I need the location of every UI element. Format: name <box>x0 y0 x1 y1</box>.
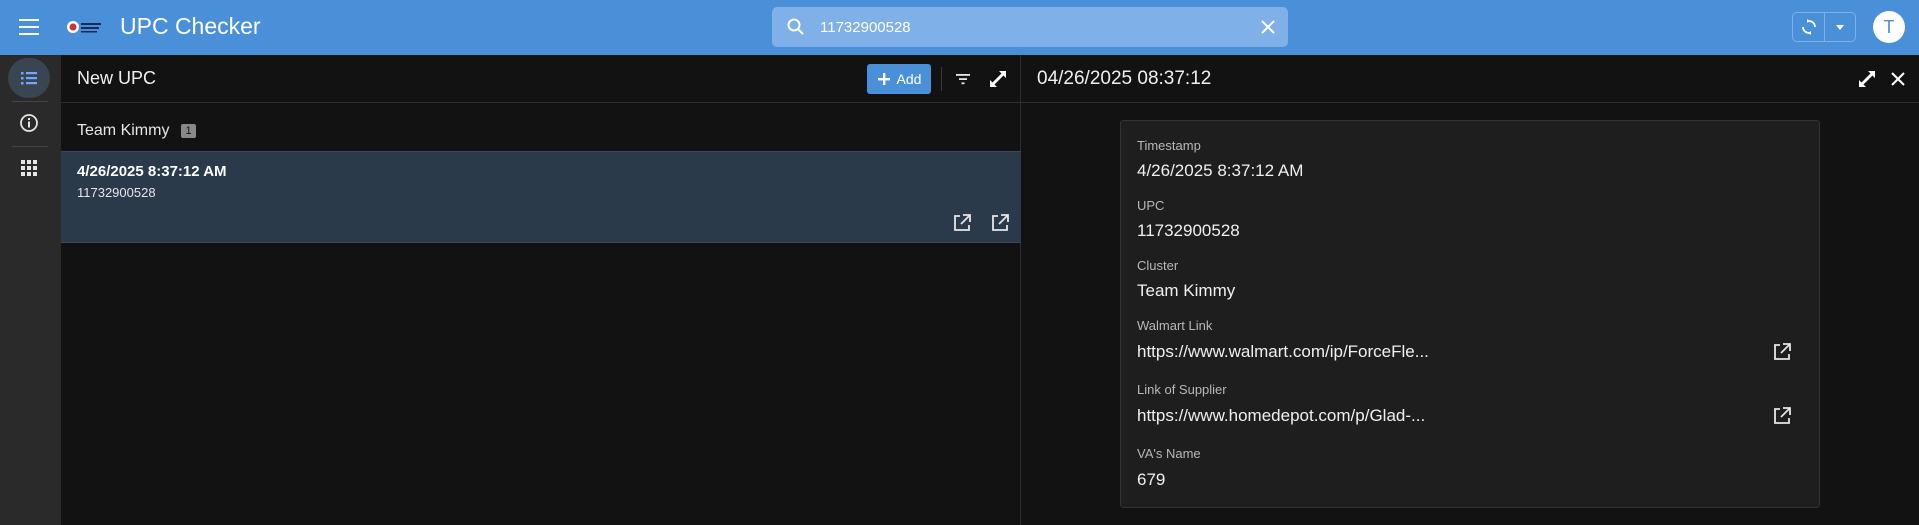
nav-item-apps[interactable] <box>8 148 50 188</box>
detail-title: 04/26/2025 08:37:12 <box>1037 68 1212 89</box>
field-value-timestamp: 4/26/2025 8:37:12 AM <box>1137 161 1304 180</box>
list-icon <box>21 72 37 85</box>
field-label-timestamp: Timestamp <box>1137 138 1201 153</box>
field-value-upc: 11732900528 <box>1137 221 1240 240</box>
info-icon <box>20 114 38 132</box>
field-label-cluster: Cluster <box>1137 258 1179 273</box>
detail-panel-header: 04/26/2025 08:37:12 <box>1021 55 1919 103</box>
add-button-label: Add <box>896 71 922 87</box>
plus-icon <box>877 73 890 85</box>
filter-icon[interactable] <box>952 68 974 90</box>
detail-card: Timestamp 4/26/2025 8:37:12 AM UPC 11732… <box>1120 120 1820 508</box>
header-divider <box>941 67 942 91</box>
group-name: Team Kimmy <box>77 122 170 139</box>
hamburger-menu-button[interactable] <box>14 14 44 40</box>
list-panel-header: New UPC Add <box>61 55 1021 103</box>
expand-icon[interactable] <box>987 68 1009 90</box>
nav-item-info[interactable] <box>8 103 50 143</box>
menu-icon-line <box>19 19 39 21</box>
nav-divider <box>12 101 48 102</box>
sync-button[interactable] <box>1793 13 1825 41</box>
search-icon <box>787 18 804 35</box>
group-header[interactable]: Team Kimmy 1 <box>77 122 196 140</box>
field-label-upc: UPC <box>1137 198 1165 213</box>
user-avatar[interactable]: T <box>1873 11 1905 43</box>
open-external-icon[interactable] <box>951 212 973 234</box>
sync-icon <box>1801 19 1816 35</box>
expand-icon[interactable] <box>1856 68 1878 90</box>
field-value-supplier-link[interactable]: https://www.homedepot.com/p/Glad-... <box>1137 406 1425 426</box>
app-logo-icon <box>67 21 101 33</box>
nav-divider <box>12 146 48 147</box>
apps-grid-icon <box>21 160 37 176</box>
sync-button-group <box>1792 12 1856 42</box>
field-label-supplier-link: Link of Supplier <box>1137 382 1227 397</box>
nav-item-list[interactable] <box>8 58 50 98</box>
menu-icon-line <box>19 33 39 35</box>
open-walmart-link-icon[interactable] <box>1771 341 1793 363</box>
field-value-cluster: Team Kimmy <box>1137 281 1236 300</box>
list-panel: New UPC Add Team Kimmy 1 4/26/2025 8:37:… <box>61 55 1021 525</box>
list-item-title: 4/26/2025 8:37:12 AM <box>77 163 227 180</box>
open-external-icon[interactable] <box>989 212 1011 234</box>
detail-panel: 04/26/2025 08:37:12 Timestamp 4/26/2025 … <box>1021 55 1919 525</box>
field-value-va-name: 679 <box>1137 470 1166 489</box>
top-app-bar: UPC Checker T <box>0 0 1919 55</box>
left-navigation-rail <box>0 55 61 525</box>
list-item-subtitle: 11732900528 <box>77 185 156 200</box>
field-value-walmart-link[interactable]: https://www.walmart.com/ip/ForceFle... <box>1137 342 1429 362</box>
field-label-va-name: VA's Name <box>1137 446 1201 461</box>
menu-icon-line <box>19 26 39 28</box>
group-count-badge: 1 <box>181 124 196 138</box>
clear-search-icon[interactable] <box>1258 17 1278 37</box>
sync-options-dropdown[interactable] <box>1825 13 1855 41</box>
caret-down-icon <box>1836 25 1844 30</box>
list-title: New UPC <box>77 68 157 88</box>
search-bar[interactable] <box>772 7 1288 47</box>
search-input[interactable] <box>820 15 1220 39</box>
field-label-walmart-link: Walmart Link <box>1137 318 1213 333</box>
list-item[interactable]: 4/26/2025 8:37:12 AM 11732900528 <box>61 151 1021 243</box>
add-button[interactable]: Add <box>867 64 931 94</box>
open-supplier-link-icon[interactable] <box>1771 405 1793 427</box>
app-title: UPC Checker <box>120 13 261 39</box>
close-icon[interactable] <box>1887 68 1909 90</box>
